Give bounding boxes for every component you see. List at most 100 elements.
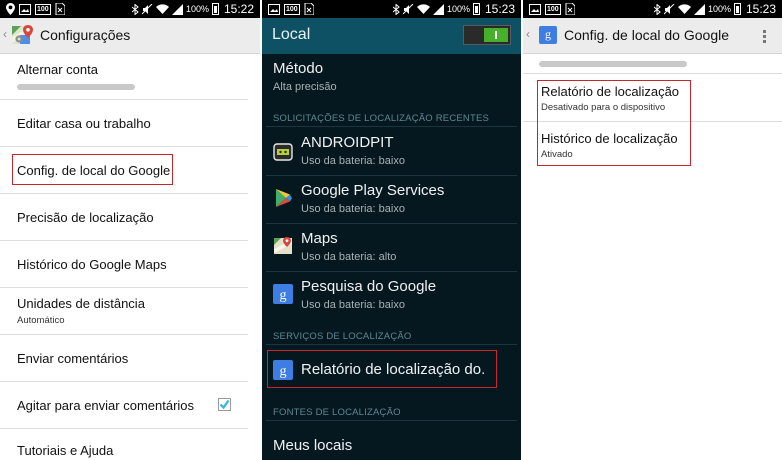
notification-icon [304,3,314,15]
status-bar: 100 100% 15:23 [523,0,782,18]
row-label: Unidades de distância [17,296,145,311]
mode-title: Método [273,60,324,77]
screenshot-icon [529,3,541,15]
bluetooth-icon [653,3,661,15]
account-row [523,54,782,74]
wifi-icon [677,4,691,14]
status-bar: 100 100% 15:22 [0,0,260,18]
row-label: Histórico do Google Maps [17,257,167,272]
row-label: Enviar comentários [17,351,129,366]
wifi-icon [155,4,169,14]
svg-text:g: g [280,288,287,303]
signal-icon [693,3,705,15]
page-title: Local [272,26,311,43]
row-label: Alternar conta [17,62,98,77]
app-name: Google Play Services [301,182,445,199]
recent-app-row[interactable]: Maps Uso da bateria: alto [262,224,521,271]
row-label: Precisão de localização [17,210,154,225]
indicator-100: 100 [545,3,561,15]
screenshot-icon [268,3,280,15]
battery-percent: 100% [707,4,731,14]
screenshot-icon [19,3,31,15]
redacted-account [539,61,687,67]
highlight-box [12,154,173,185]
redacted-email [17,84,135,90]
checkbox-checked-icon[interactable] [218,398,231,411]
settings-row-home-work[interactable]: Editar casa ou trabalho [0,100,248,147]
mute-icon [141,3,153,14]
app-name: Pesquisa do Google [301,278,437,295]
recent-app-row[interactable]: Google Play Services Uso da bateria: bai… [262,176,521,223]
screen-location-settings: 100 100% 15:23 Local Método Alta precisã… [262,0,521,460]
settings-row-tutorials[interactable]: Tutoriais e Ajuda [0,429,248,460]
location-toggle[interactable] [463,25,511,45]
row-value: Automático [17,315,65,326]
battery-icon [211,3,219,15]
section-header-services: SERVIÇOS DE LOCALIZAÇÃO [273,331,412,342]
battery-percent: 100% [446,4,470,14]
maps-settings-icon[interactable] [11,23,35,47]
overflow-menu-icon[interactable] [763,30,766,44]
clock: 15:23 [484,2,515,16]
notification-icon [55,3,65,15]
highlight-box [537,80,691,166]
app-battery-usage: Uso da bateria: baixo [301,155,405,167]
section-header-recent: SOLICITAÇÕES DE LOCALIZAÇÃO RECENTES [273,113,490,124]
action-bar: ‹ g Config. de local do Google [523,18,782,54]
screen-google-location-settings: 100 100% 15:23 ‹ g Config. de local do G… [523,0,782,460]
section-divider [266,344,517,345]
app-name: ANDROIDPIT [301,134,394,151]
settings-row-switch-account[interactable]: Alternar conta [0,54,248,100]
action-bar: ‹ Configurações [0,18,260,54]
page-title: Config. de local do Google [564,27,729,43]
app-battery-usage: Uso da bateria: alto [301,251,397,263]
notification-icon [565,3,575,15]
indicator-100: 100 [284,3,300,15]
clock: 15:22 [223,2,254,16]
app-battery-usage: Uso da bateria: baixo [301,299,405,311]
highlight-box [267,350,497,388]
settings-row-distance-units[interactable]: Unidades de distância Automático [0,288,248,335]
signal-icon [432,3,444,15]
indicator-100: 100 [35,3,51,15]
mute-icon [402,3,414,14]
play-services-icon [276,189,292,207]
signal-icon [171,3,183,15]
location-mode-row[interactable]: Método Alta precisão [262,54,521,106]
source-name: Meus locais [273,437,353,454]
settings-row-location-accuracy[interactable]: Precisão de localização [0,194,248,241]
action-bar: Local [262,18,521,54]
wifi-icon [416,4,430,14]
toggle-knob [484,28,508,42]
up-chevron-icon[interactable]: ‹ [3,27,7,41]
battery-percent: 100% [185,4,209,14]
section-header-sources: FONTES DE LOCALIZAÇÃO [273,407,401,418]
clock: 15:23 [745,2,776,16]
section-divider [266,420,517,421]
battery-icon [472,3,480,15]
google-search-icon: g [273,284,293,304]
google-g-icon[interactable]: g [539,26,557,44]
settings-row-shake-feedback[interactable]: Agitar para enviar comentários [0,382,248,429]
recent-app-row[interactable]: g Pesquisa do Google Uso da bateria: bai… [262,272,521,319]
recent-app-row[interactable]: ANDROIDPIT Uso da bateria: baixo [262,128,521,175]
row-label: Agitar para enviar comentários [17,398,195,413]
bluetooth-icon [392,3,400,15]
status-bar: 100 100% 15:23 [262,0,521,18]
mode-value: Alta precisão [273,81,337,93]
maps-icon [274,237,292,254]
settings-row-send-feedback[interactable]: Enviar comentários [0,335,248,382]
source-row-my-places[interactable]: Meus locais [262,424,521,460]
location-pin-icon [6,3,15,15]
screen-maps-settings: 100 100% 15:22 ‹ Configurações Alternar [0,0,260,460]
mute-icon [663,3,675,14]
section-divider [266,126,517,127]
androidpit-icon [273,143,293,161]
up-chevron-icon[interactable]: ‹ [526,27,530,41]
row-label: Editar casa ou trabalho [17,116,151,131]
bluetooth-icon [131,3,139,15]
app-name: Maps [301,230,338,247]
settings-row-maps-history[interactable]: Histórico do Google Maps [0,241,248,288]
app-battery-usage: Uso da bateria: baixo [301,203,405,215]
page-title: Configurações [40,27,131,43]
